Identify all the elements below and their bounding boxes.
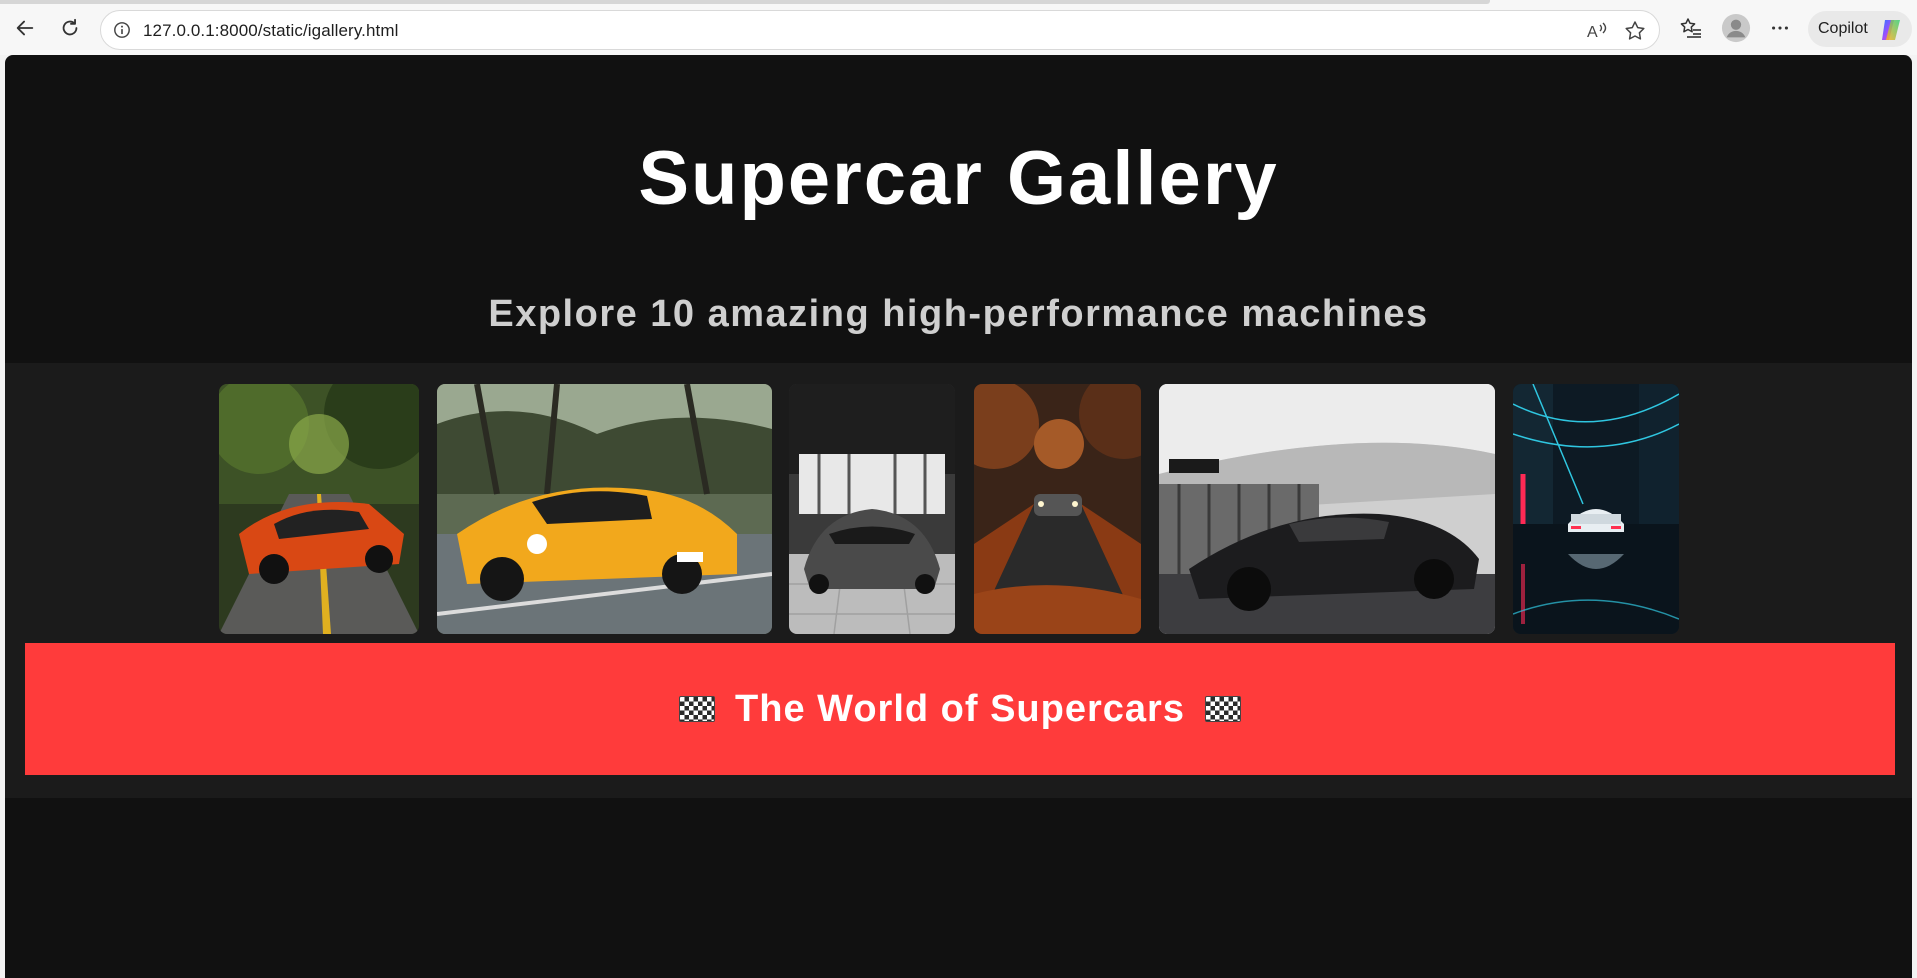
gallery-image-5[interactable] [1159, 384, 1495, 634]
favorites-list-icon [1680, 18, 1701, 38]
refresh-button[interactable] [53, 11, 87, 45]
copilot-icon [1882, 20, 1900, 40]
checkered-flag-icon [679, 696, 716, 722]
tab-strip [0, 0, 1490, 4]
checkered-flag-icon [1204, 696, 1241, 722]
page-subtitle: Explore 10 amazing high-performance mach… [488, 293, 1429, 335]
page-viewport: Supercar Gallery Explore 10 amazing high… [5, 55, 1912, 978]
browser-toolbar: 127.0.0.1:8000/static/igallery.html A Co… [0, 0, 1917, 55]
info-icon[interactable] [113, 21, 131, 39]
car-photo [789, 384, 955, 634]
favorite-star-icon[interactable] [1623, 19, 1647, 43]
refresh-icon [62, 18, 78, 36]
more-icon [1772, 26, 1788, 30]
page-title: Supercar Gallery [638, 136, 1279, 221]
profile-icon [1721, 13, 1751, 43]
svg-text:A: A [1587, 24, 1598, 41]
car-photo [974, 384, 1141, 634]
gallery-image-3[interactable] [789, 384, 955, 634]
read-aloud-icon[interactable]: A [1585, 19, 1609, 43]
banner: The World of Supercars [25, 643, 1895, 775]
copilot-button[interactable]: Copilot [1808, 11, 1912, 47]
car-photo [219, 384, 419, 634]
favorites-list-button[interactable] [1677, 14, 1705, 42]
more-button[interactable] [1766, 14, 1794, 42]
url-text[interactable]: 127.0.0.1:8000/static/igallery.html [143, 21, 399, 41]
gallery-image-4[interactable] [974, 384, 1141, 634]
gallery-image-2[interactable] [437, 384, 772, 634]
banner-text: The World of Supercars [735, 687, 1185, 730]
gallery-image-1[interactable] [219, 384, 419, 634]
car-photo [1513, 384, 1679, 634]
copilot-label: Copilot [1818, 20, 1868, 37]
back-button[interactable] [8, 11, 42, 45]
car-photo [437, 384, 772, 634]
profile-button[interactable] [1720, 12, 1752, 44]
gallery-image-6[interactable] [1513, 384, 1679, 634]
address-bar[interactable]: 127.0.0.1:8000/static/igallery.html A [100, 10, 1660, 50]
back-icon [16, 20, 34, 36]
image-gallery[interactable] [5, 384, 1912, 634]
car-photo [1159, 384, 1495, 634]
